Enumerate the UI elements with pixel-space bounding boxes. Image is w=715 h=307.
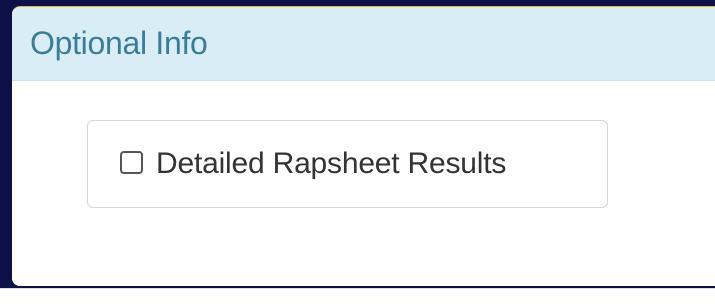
next-panel-edge	[0, 288, 715, 307]
panel-heading: Optional Info	[12, 7, 715, 81]
page-backdrop: Optional Info Detailed Rapsheet Results	[0, 0, 715, 307]
detailed-rapsheet-label[interactable]: Detailed Rapsheet Results	[156, 147, 506, 181]
optional-info-panel: Optional Info Detailed Rapsheet Results	[12, 6, 715, 286]
detailed-rapsheet-option[interactable]: Detailed Rapsheet Results	[87, 120, 608, 208]
detailed-rapsheet-checkbox[interactable]	[120, 150, 143, 174]
panel-title: Optional Info	[30, 25, 208, 61]
panel-body: Detailed Rapsheet Results	[12, 81, 715, 286]
